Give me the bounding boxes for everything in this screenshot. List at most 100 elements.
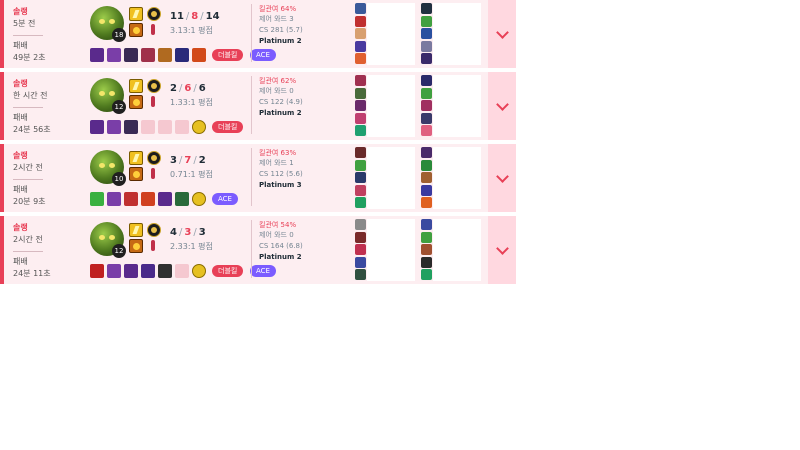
player-champion-icon[interactable] xyxy=(421,100,432,111)
champion-portrait[interactable]: 10 xyxy=(90,150,126,186)
item-icon[interactable] xyxy=(158,264,172,278)
item-icon[interactable] xyxy=(141,48,155,62)
player-champion-icon[interactable] xyxy=(421,147,432,158)
player-champion-icon[interactable] xyxy=(355,87,366,99)
player-champion-icon[interactable] xyxy=(421,231,432,243)
item-icon[interactable] xyxy=(107,48,121,62)
flash-spell-icon[interactable] xyxy=(129,151,143,165)
player-champion-icon[interactable] xyxy=(355,53,366,64)
player-champion-icon[interactable] xyxy=(355,40,366,52)
ward-trinket-icon[interactable] xyxy=(192,264,206,278)
flash-spell-icon[interactable] xyxy=(129,7,143,21)
champion-portrait[interactable]: 12 xyxy=(90,78,126,114)
player-champion-icon[interactable] xyxy=(421,244,432,255)
player-names[interactable] xyxy=(367,75,415,137)
secondary-rune-icon[interactable] xyxy=(147,167,161,181)
keystone-rune-icon[interactable] xyxy=(147,79,161,93)
player-names[interactable] xyxy=(367,3,415,65)
player-champion-icon[interactable] xyxy=(421,159,432,171)
keystone-rune-icon[interactable] xyxy=(147,7,161,21)
item-icon[interactable] xyxy=(192,48,206,62)
player-champion-icon[interactable] xyxy=(355,159,366,171)
player-names[interactable] xyxy=(433,75,481,137)
player-names[interactable] xyxy=(433,3,481,65)
champion-portrait[interactable]: 12 xyxy=(90,222,126,258)
ignite-spell-icon[interactable] xyxy=(129,239,143,253)
player-names[interactable] xyxy=(433,147,481,209)
player-champion-icon[interactable] xyxy=(421,269,432,280)
player-names[interactable] xyxy=(367,219,415,281)
player-champion-icon[interactable] xyxy=(355,269,366,280)
champion-portrait[interactable]: 18 xyxy=(90,6,126,42)
player-champion-icon[interactable] xyxy=(355,15,366,27)
item-icon[interactable] xyxy=(141,192,155,206)
keystone-rune-icon[interactable] xyxy=(147,151,161,165)
match-row[interactable]: 솔랭 2시간 전 패배 20분 9초 10 3/7/2 0.71:1 평점 ACE 킬관여 63… xyxy=(0,144,516,212)
match-row[interactable]: 솔랭 한 시간 전 패배 24분 56초 12 2/6/6 1.33:1 평점 더블킬 킬관여 … xyxy=(0,72,516,140)
ignite-spell-icon[interactable] xyxy=(129,167,143,181)
flash-spell-icon[interactable] xyxy=(129,223,143,237)
item-icon[interactable] xyxy=(90,264,104,278)
ward-trinket-icon[interactable] xyxy=(192,192,206,206)
item-icon[interactable] xyxy=(175,192,189,206)
match-row[interactable]: 솔랭 2시간 전 패배 24분 11초 12 4/3/3 2.33:1 평점 더블킬 ACE 킬관… xyxy=(0,216,516,284)
player-champion-icon[interactable] xyxy=(421,219,432,230)
player-champion-icon[interactable] xyxy=(421,53,432,64)
player-champion-icon[interactable] xyxy=(355,197,366,208)
secondary-rune-icon[interactable] xyxy=(147,239,161,253)
item-icon[interactable] xyxy=(124,192,138,206)
item-icon[interactable] xyxy=(107,120,121,134)
player-champion-icon[interactable] xyxy=(355,100,366,111)
ignite-spell-icon[interactable] xyxy=(129,95,143,109)
player-champion-icon[interactable] xyxy=(355,256,366,268)
player-champion-icon[interactable] xyxy=(421,3,432,14)
item-icon[interactable] xyxy=(124,264,138,278)
player-champion-icon[interactable] xyxy=(355,172,366,183)
secondary-rune-icon[interactable] xyxy=(147,23,161,37)
player-champion-icon[interactable] xyxy=(355,231,366,243)
item-icon[interactable] xyxy=(124,120,138,134)
player-champion-icon[interactable] xyxy=(421,112,432,124)
item-icon[interactable] xyxy=(158,48,172,62)
player-champion-icon[interactable] xyxy=(421,40,432,52)
player-champion-icon[interactable] xyxy=(421,28,432,39)
player-champion-icon[interactable] xyxy=(355,244,366,255)
player-champion-icon[interactable] xyxy=(421,125,432,136)
match-row[interactable]: 솔랭 5분 전 패배 49분 2초 18 11/8/14 3.13:1 평점 더블킬 ACE 킬관… xyxy=(0,0,516,68)
item-icon[interactable] xyxy=(175,48,189,62)
item-icon[interactable] xyxy=(90,120,104,134)
player-champion-icon[interactable] xyxy=(421,256,432,268)
expand-button[interactable] xyxy=(488,144,516,212)
secondary-rune-icon[interactable] xyxy=(147,95,161,109)
player-champion-icon[interactable] xyxy=(355,75,366,86)
item-icon[interactable] xyxy=(107,264,121,278)
player-champion-icon[interactable] xyxy=(421,75,432,86)
player-champion-icon[interactable] xyxy=(421,197,432,208)
expand-button[interactable] xyxy=(488,72,516,140)
ward-trinket-icon[interactable] xyxy=(192,120,206,134)
player-champion-icon[interactable] xyxy=(421,15,432,27)
expand-button[interactable] xyxy=(488,0,516,68)
item-icon[interactable] xyxy=(124,48,138,62)
player-champion-icon[interactable] xyxy=(355,219,366,230)
item-icon[interactable] xyxy=(90,48,104,62)
player-champion-icon[interactable] xyxy=(421,184,432,196)
item-icon[interactable] xyxy=(107,192,121,206)
player-names[interactable] xyxy=(433,219,481,281)
player-champion-icon[interactable] xyxy=(355,147,366,158)
player-champion-icon[interactable] xyxy=(421,172,432,183)
player-champion-icon[interactable] xyxy=(355,112,366,124)
expand-button[interactable] xyxy=(488,216,516,284)
player-champion-icon[interactable] xyxy=(355,125,366,136)
player-champion-icon[interactable] xyxy=(355,28,366,39)
player-champion-icon[interactable] xyxy=(421,87,432,99)
player-champion-icon[interactable] xyxy=(355,184,366,196)
item-icon[interactable] xyxy=(141,264,155,278)
flash-spell-icon[interactable] xyxy=(129,79,143,93)
item-icon[interactable] xyxy=(158,192,172,206)
keystone-rune-icon[interactable] xyxy=(147,223,161,237)
player-champion-icon[interactable] xyxy=(355,3,366,14)
item-icon[interactable] xyxy=(90,192,104,206)
ignite-spell-icon[interactable] xyxy=(129,23,143,37)
player-names[interactable] xyxy=(367,147,415,209)
